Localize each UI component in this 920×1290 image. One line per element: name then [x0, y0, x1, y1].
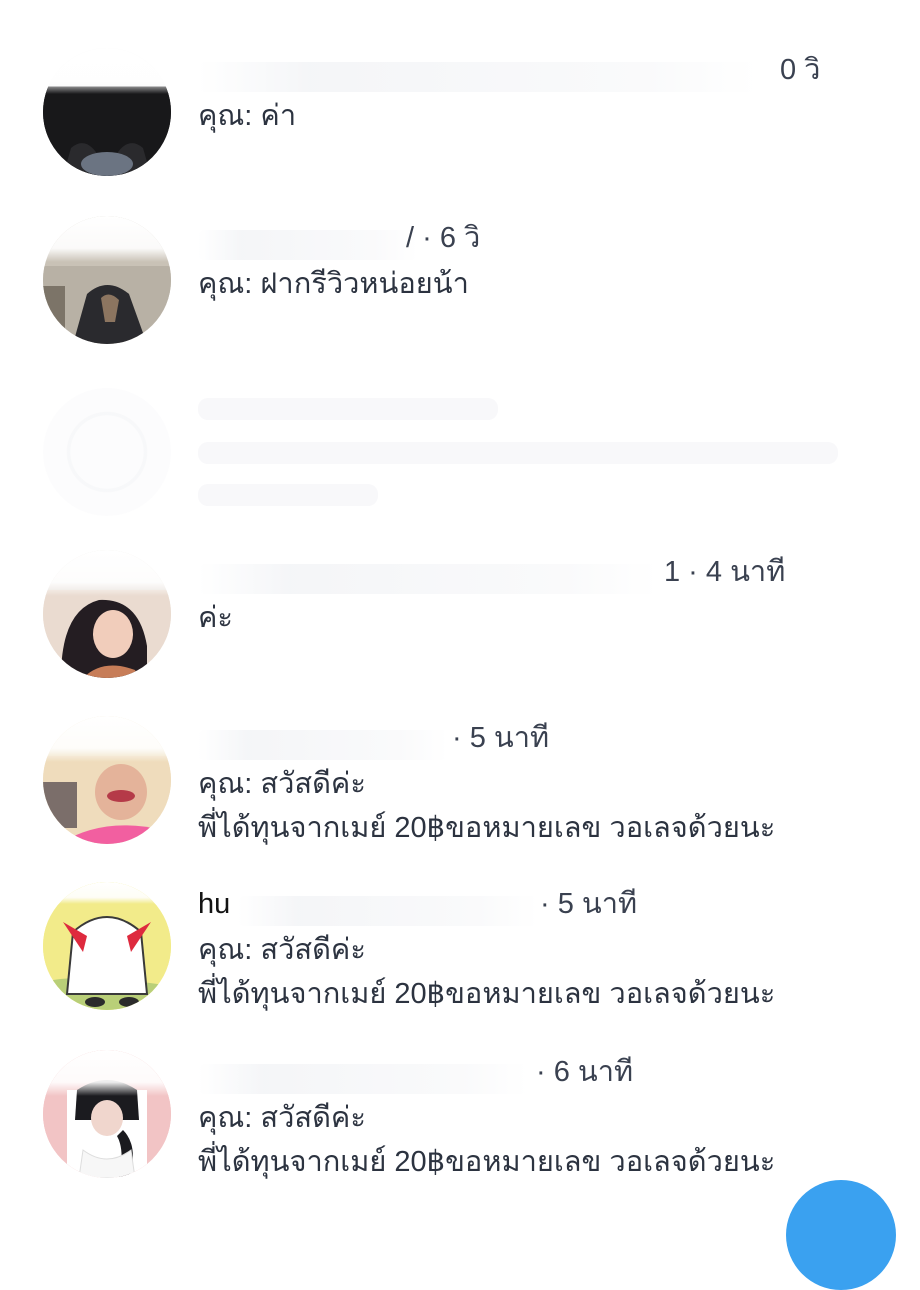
message-preview: คุณ: สวัสดีค่ะ: [198, 768, 366, 800]
avatar: [43, 550, 171, 678]
message-thread-5[interactable]: hu · 5 นาที คุณ: สวัสดีค่ะ พี่ได้ทุนจากเ…: [0, 874, 920, 1024]
message-time: · 5 นาที: [452, 722, 550, 754]
name-redaction: [198, 62, 758, 92]
name-redaction: [238, 896, 538, 926]
message-thread-4[interactable]: · 5 นาที คุณ: สวัสดีค่ะ พี่ได้ทุนจากเมย์…: [0, 708, 920, 858]
message-time: · 5 นาที: [540, 888, 638, 920]
name-redaction: [198, 564, 658, 594]
message-preview-line-2: พี่ได้ทุนจากเมย์ 20฿ขอหมายเลข วอเลจด้วยน…: [198, 812, 776, 844]
message-preview: คุณ: สวัสดีค่ะ: [198, 934, 366, 966]
name-redaction: [198, 730, 448, 760]
message-thread-3[interactable]: 1 · 4 นาที ค่ะ: [0, 542, 920, 692]
avatar: [43, 216, 171, 344]
avatar: [43, 716, 171, 844]
message-time: 1 · 4 นาที: [664, 556, 786, 588]
message-thread-2[interactable]: / · 6 วิ คุณ: ฝากรีวิวหน่อยน้า: [0, 208, 920, 358]
avatar: [43, 48, 171, 176]
redacted-thread[interactable]: [0, 380, 920, 530]
sender-name: hu: [198, 888, 231, 920]
message-preview-line-2: พี่ได้ทุนจากเมย์ 20฿ขอหมายเลข วอเลจด้วยน…: [198, 1146, 776, 1178]
message-preview: คุณ: ค่า: [198, 100, 297, 132]
name-redaction: [198, 1064, 528, 1094]
compose-button[interactable]: [786, 1180, 896, 1290]
redacted-text: [198, 442, 838, 464]
message-time: 0 วิ: [780, 54, 821, 86]
message-thread-1[interactable]: 0 วิ คุณ: ค่า: [0, 40, 920, 190]
name-redaction: [198, 230, 418, 260]
message-preview-line-2: พี่ได้ทุนจากเมย์ 20฿ขอหมายเลข วอเลจด้วยน…: [198, 978, 776, 1010]
redacted-text: [198, 398, 498, 420]
avatar: [43, 882, 171, 1010]
message-thread-6[interactable]: · 6 นาที คุณ: สวัสดีค่ะ พี่ได้ทุนจากเมย์…: [0, 1042, 920, 1192]
message-time: / · 6 วิ: [406, 222, 481, 254]
message-time: · 6 นาที: [536, 1056, 634, 1088]
avatar: [43, 1050, 171, 1178]
avatar: [43, 388, 171, 516]
message-preview: คุณ: สวัสดีค่ะ: [198, 1102, 366, 1134]
message-preview: ค่ะ: [198, 602, 233, 634]
redacted-text: [198, 484, 378, 506]
message-preview: คุณ: ฝากรีวิวหน่อยน้า: [198, 268, 469, 300]
